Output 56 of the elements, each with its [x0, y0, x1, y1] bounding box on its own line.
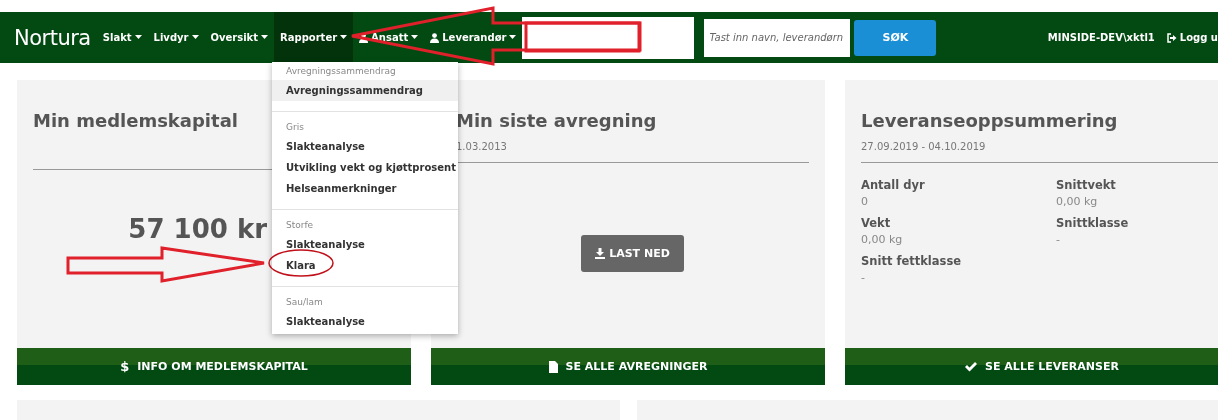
caret-icon — [411, 35, 419, 40]
period-date: 27.09.2019 - 04.10.2019 — [861, 141, 986, 152]
stat-label: Snittklasse — [1056, 216, 1129, 230]
stat-label: Snittvekt — [1056, 178, 1116, 192]
menu-heading: Avregningssammendrag — [285, 65, 397, 78]
card-title: Min medlemskapital — [33, 110, 238, 131]
dollar-icon: $ — [120, 359, 130, 374]
stat-label: Vekt — [861, 216, 891, 230]
menu-item[interactable]: Slakteanalyse — [272, 311, 458, 332]
nav-menu[interactable]: Livdyr — [147, 12, 205, 63]
card-title: Leveranseoppsummering — [861, 110, 1118, 131]
annotation-circle — [268, 249, 334, 277]
stat-label: Snitt fettklasse — [861, 254, 962, 268]
settlement-date: 1.03.2013 — [456, 141, 507, 152]
logout-link[interactable]: Logg u — [1166, 32, 1218, 43]
caret-icon — [191, 35, 199, 40]
menu-heading: Sau/lam — [285, 296, 324, 309]
stat-value: 0,00 kg — [861, 233, 903, 246]
check-icon — [965, 361, 978, 372]
username: MINSIDE-DEV\xktl1 — [1047, 32, 1155, 43]
stat-label: Antall dyr — [861, 178, 925, 192]
menu-heading: Storfe — [285, 219, 315, 232]
menu-item[interactable]: Utvikling vekt og kjøttprosent — [272, 157, 458, 178]
search-field[interactable]: Tast inn navn, leverandørn — [704, 18, 851, 57]
nav-menu[interactable]: Rapporter — [274, 12, 354, 63]
stat-value: 0 — [861, 195, 868, 208]
card-title: Min siste avregning — [456, 110, 657, 131]
menu-item[interactable]: Helseanmerkninger — [272, 178, 458, 199]
card-footer-button[interactable]: SE ALLE AVREGNINGER — [431, 348, 825, 385]
menu-item[interactable]: Slakteanalyse — [272, 234, 458, 255]
card-footer-button[interactable]: $ INFO OM MEDLEMSKAPITAL — [17, 348, 411, 385]
logout-icon — [1166, 32, 1177, 43]
file-icon — [548, 360, 558, 373]
nav-menu[interactable]: Slakt — [96, 12, 148, 63]
capital-amount: 57 100 kr — [128, 214, 267, 244]
search-button[interactable]: SØK — [854, 19, 937, 56]
menu-heading: Gris — [285, 121, 305, 134]
stat-value: - — [1056, 233, 1060, 246]
menu-item[interactable]: Klara — [272, 255, 458, 276]
nav-menu[interactable]: Oversikt — [204, 12, 275, 63]
person-icon — [359, 32, 369, 43]
card-footer-button[interactable]: SE ALLE LEVERANSER — [845, 348, 1218, 385]
logo[interactable]: Nortura — [14, 25, 91, 50]
caret-icon — [509, 35, 517, 40]
menu-item[interactable]: Avregningssammendrag — [272, 80, 458, 101]
person-icon — [430, 32, 440, 43]
nav-menu[interactable]: Leverandør — [424, 12, 523, 63]
caret-icon — [261, 35, 269, 40]
download-button[interactable]: LAST NED — [581, 235, 684, 272]
caret-icon — [340, 35, 348, 40]
download-icon — [595, 248, 606, 259]
stat-value: 0,00 kg — [1056, 195, 1098, 208]
caret-icon — [134, 35, 142, 40]
menu-item[interactable]: Slakteanalyse — [272, 136, 458, 157]
stat-value: - — [861, 271, 865, 284]
nav-menu[interactable]: Ansatt — [353, 12, 425, 63]
